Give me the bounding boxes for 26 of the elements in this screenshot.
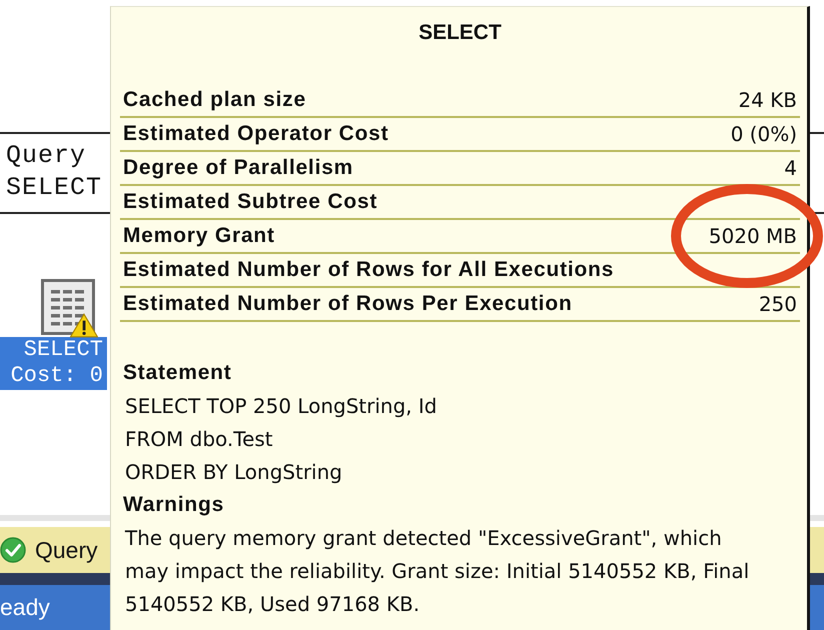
operator-cost: Cost: 0 (10, 363, 103, 389)
section-text: The query memory grant detected "ExcessiveGrant", which may impact the reliability. Grant size: Initial 5140552 KB, Final 5140552 KB, Used 97168 KB. (124, 525, 750, 618)
operator-label[interactable]: SELECT Cost: 0 (0, 337, 107, 390)
property-label: Cached plan size (123, 88, 306, 112)
section-heading: Statement (123, 360, 232, 386)
property-value: 0 (0%) (730, 122, 797, 146)
property-label: Estimated Number of Rows Per Execution (123, 292, 572, 316)
property-label: Estimated Subtree Cost (123, 190, 378, 214)
property-label: Estimated Operator Cost (123, 122, 389, 146)
status-message: Query (35, 536, 98, 564)
property-value: 5020 MB (708, 224, 797, 248)
success-check-icon (0, 537, 26, 563)
property-label: Degree of Parallelism (123, 156, 354, 180)
section-text: SELECT TOP 250 LongString, Id FROM dbo.Test ORDER BY LongString (124, 393, 437, 486)
table-icon[interactable] (41, 279, 95, 335)
query-title: Query (6, 140, 86, 172)
query-statement: SELECT (6, 172, 102, 204)
tooltip-title: SELECT (418, 20, 502, 46)
section-heading: Warnings (123, 492, 224, 518)
property-value: 250 (758, 292, 797, 316)
status-text: eady (0, 594, 50, 621)
property-value: 4 (784, 156, 797, 180)
property-label: Memory Grant (123, 224, 275, 248)
property-label: Estimated Number of Rows for All Executions (123, 258, 614, 282)
operator-name: SELECT (24, 337, 103, 363)
property-value: 24 KB (738, 88, 797, 112)
